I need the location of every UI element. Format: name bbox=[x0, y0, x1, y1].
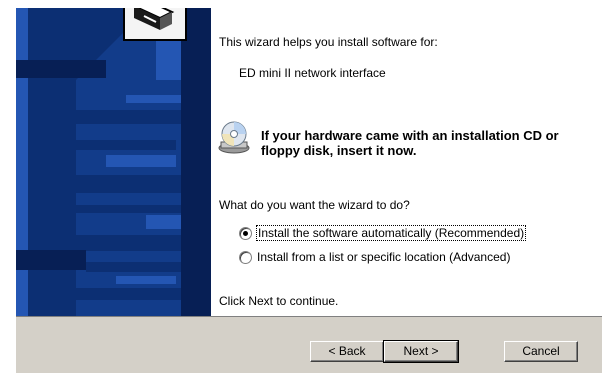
question-text: What do you want the wizard to do? bbox=[219, 198, 410, 212]
found-new-hardware-wizard: This wizard helps you install software f… bbox=[0, 0, 602, 373]
intro-text: This wizard helps you install software f… bbox=[219, 35, 438, 49]
banner-pattern bbox=[16, 0, 211, 316]
left-margin bbox=[0, 0, 16, 316]
continue-text: Click Next to continue. bbox=[219, 294, 339, 308]
device-name: ED mini II network interface bbox=[239, 66, 386, 80]
next-button[interactable]: Next > bbox=[383, 340, 459, 363]
button-bar: < Back Next > Cancel bbox=[16, 316, 602, 373]
option-label[interactable]: Install from a list or specific location… bbox=[257, 250, 510, 264]
wizard-content: This wizard helps you install software f… bbox=[211, 0, 602, 316]
radio-selected-dot bbox=[243, 231, 248, 236]
radio-button[interactable] bbox=[239, 227, 252, 240]
cancel-button[interactable]: Cancel bbox=[504, 341, 578, 362]
wizard-banner bbox=[16, 0, 211, 316]
option-label[interactable]: Install the software automatically (Reco… bbox=[255, 225, 527, 241]
back-button[interactable]: < Back bbox=[310, 341, 384, 362]
radio-button[interactable] bbox=[239, 251, 252, 264]
cd-drive-icon bbox=[218, 121, 250, 154]
cd-message: If your hardware came with an installati… bbox=[261, 128, 559, 158]
